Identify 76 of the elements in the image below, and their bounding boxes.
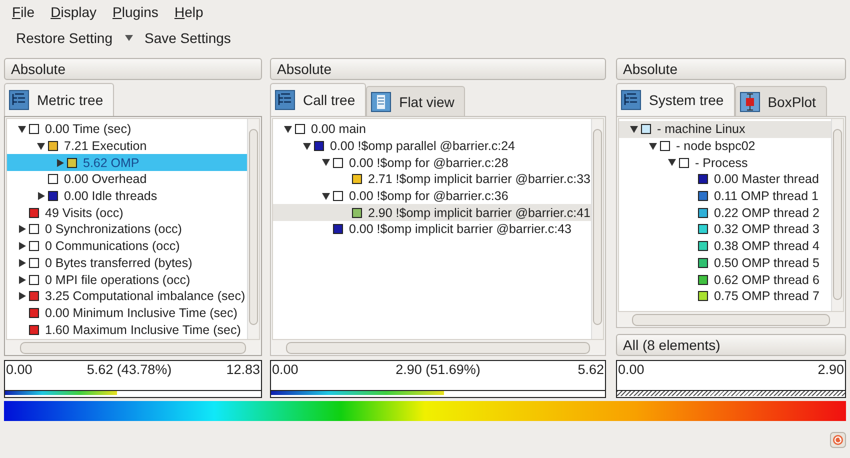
menu-item[interactable]: Display (42, 4, 104, 20)
tree-item[interactable]: 0.00 Idle threads (64, 189, 158, 204)
tree-item[interactable]: 1.60 Maximum Inclusive Time (sec) (45, 322, 241, 337)
tree-item[interactable]: 0.00 Master thread (714, 172, 819, 186)
filter-dropdown[interactable]: All (8 elements) (616, 334, 846, 356)
scale-value: 5.62 (43.78%) (86, 362, 172, 379)
toolbar-button[interactable]: Save Settings (140, 28, 235, 48)
tree-item[interactable]: 3.25 Computational imbalance (sec) (45, 289, 246, 304)
tab[interactable]: Call tree (270, 83, 366, 116)
tree-item[interactable]: 0.00 Time (sec) (45, 122, 132, 136)
vertical-scrollbar[interactable] (831, 119, 843, 311)
expanded-arrow-icon[interactable] (303, 142, 311, 150)
scale-max: 2.90 (818, 362, 844, 379)
expanded-arrow-icon[interactable] (284, 126, 292, 133)
tab[interactable]: Metric tree (4, 83, 114, 116)
vertical-scrollbar[interactable] (591, 119, 603, 339)
scale-min: 0.00 (618, 362, 644, 379)
caret-icon[interactable] (124, 35, 132, 41)
expanded-arrow-icon[interactable] (630, 126, 638, 133)
tree-item[interactable]: 0.00 !$omp for @barrier.c:28 (349, 156, 508, 170)
scale-min: 0.00 (272, 362, 298, 379)
tab[interactable]: Flat view (366, 86, 466, 116)
toolbar-button[interactable]: Restore Setting (12, 28, 116, 48)
expanded-arrow-icon[interactable] (649, 142, 657, 150)
tree-item[interactable]: 0 Synchronizations (occ) (45, 222, 182, 236)
horizontal-scrollbar[interactable] (272, 340, 604, 354)
expanded-arrow-icon[interactable] (37, 142, 45, 150)
refresh-icon[interactable] (830, 432, 846, 448)
tree-item[interactable]: 0.50 OMP thread 5 (714, 256, 820, 270)
tree-icon (9, 90, 29, 110)
tab[interactable]: BoxPlot (734, 86, 827, 116)
tree-item[interactable]: - node bspc02 (676, 139, 756, 154)
tree-item[interactable]: 0.00 !$omp for @barrier.c:36 (349, 189, 508, 204)
tree-item[interactable]: 0.00 Minimum Inclusive Time (sec) (45, 306, 238, 320)
tree-item[interactable]: 0.75 OMP thread 7 (714, 289, 820, 304)
tree-item[interactable]: 0 Bytes transferred (bytes) (45, 256, 192, 270)
tree-item[interactable]: 0.11 OMP thread 1 (714, 189, 818, 204)
tree-item[interactable]: 0.00 main (311, 122, 366, 136)
tree-item[interactable]: - Process (695, 156, 748, 170)
vertical-scrollbar[interactable] (247, 119, 259, 339)
collapsed-arrow-icon[interactable] (38, 192, 44, 200)
menu-item[interactable]: Help (166, 4, 212, 20)
tree-item[interactable]: 0 Communications (occ) (45, 239, 180, 254)
tree-item[interactable]: 0.00 !$omp parallel @barrier.c:24 (330, 139, 516, 154)
horizontal-scrollbar[interactable] (6, 340, 260, 354)
boxplot-icon (740, 92, 760, 112)
tree-item[interactable]: 0.22 OMP thread 2 (714, 206, 820, 220)
tree-item[interactable]: 0 MPI file operations (occ) (45, 272, 190, 287)
scale-max: 12.83 (226, 362, 260, 379)
mode-dropdown[interactable]: Absolute (270, 58, 606, 80)
menu-item[interactable]: Plugins (104, 4, 166, 20)
tree-item[interactable]: 7.21 Execution (64, 139, 147, 154)
scale-min: 0.00 (6, 362, 32, 379)
tab[interactable]: System tree (616, 83, 735, 116)
tree-icon (621, 90, 641, 110)
tree-icon (275, 90, 295, 110)
expanded-arrow-icon[interactable] (322, 192, 330, 200)
scale-max: 5.62 (578, 362, 604, 379)
tree-item[interactable]: 49 Visits (occ) (45, 206, 124, 220)
tree-item[interactable]: 0.62 OMP thread 6 (714, 272, 820, 287)
tree-item[interactable]: 0.00 Overhead (64, 172, 147, 186)
tree-item[interactable]: 2.71 !$omp implicit barrier @barrier.c:33 (368, 172, 590, 186)
collapsed-arrow-icon[interactable] (56, 158, 64, 167)
tree-item[interactable]: 0.38 OMP thread 4 (714, 239, 820, 254)
expanded-arrow-icon[interactable] (18, 126, 26, 133)
tree-item[interactable]: 0.00 !$omp implicit barrier @barrier.c:43 (349, 222, 572, 236)
tree-item[interactable]: 5.62 OMP (83, 156, 140, 170)
horizontal-scrollbar[interactable] (618, 312, 844, 326)
tree-item[interactable]: 0.32 OMP thread 3 (714, 222, 820, 236)
mode-dropdown[interactable]: Absolute (4, 58, 262, 80)
scale-value: 2.90 (51.69%) (396, 362, 480, 379)
expanded-arrow-icon[interactable] (322, 159, 330, 166)
menu-item[interactable]: File (4, 4, 43, 20)
list-icon (371, 92, 392, 112)
expanded-arrow-icon[interactable] (668, 159, 676, 166)
mode-dropdown[interactable]: Absolute (616, 58, 846, 80)
